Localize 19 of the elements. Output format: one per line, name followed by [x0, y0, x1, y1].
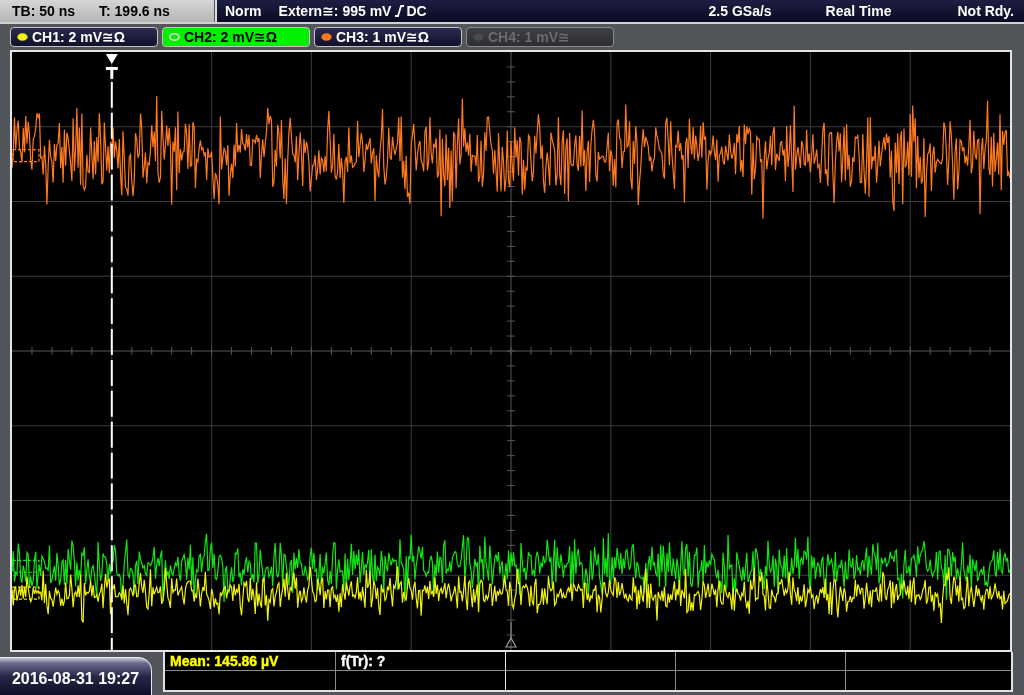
timebase-label: TB: 50 ns [12, 3, 75, 19]
trigger-mode-label: Norm [225, 3, 262, 19]
position-marker-icon[interactable] [505, 621, 517, 648]
channel-tab[interactable]: CH3: 1 mV≅Ω [314, 27, 462, 47]
channel-marker-icon[interactable] [12, 149, 40, 163]
rising-edge-icon [395, 5, 405, 17]
trigger-marker-icon[interactable] [105, 54, 118, 79]
channel-tab[interactable]: CH1: 2 mV≅Ω [10, 27, 158, 47]
channel-tab[interactable]: CH2: 2 mV≅Ω [162, 27, 310, 47]
sample-rate-label: 2.5 GSa/s [708, 3, 772, 19]
trigger-source-label: Extern≅: 995 mV [278, 3, 392, 19]
trigger-time-label: T: 199.6 ns [99, 3, 170, 19]
trigger-coupling-label: DC [406, 3, 427, 19]
channel-marker-icon[interactable] [12, 559, 40, 573]
measurement-reading: Mean: 145.86 µV [170, 654, 279, 668]
acquisition-mode-label: Real Time [825, 3, 892, 19]
measurement-reading: f(Tr): ? [341, 654, 386, 668]
acquisition-state-label: Not Rdy. [957, 3, 1014, 19]
date-time-display: 2016-08-31 19:27 [0, 657, 152, 695]
